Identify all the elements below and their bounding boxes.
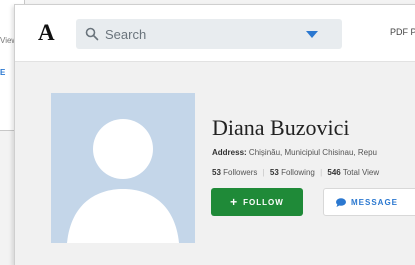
views-count: 546: [327, 168, 341, 177]
views-label: Total View: [342, 168, 380, 177]
chevron-down-icon[interactable]: [306, 31, 318, 38]
background-button-text[interactable]: E: [0, 68, 6, 77]
top-navigation-bar: A Search PDF P: [15, 5, 415, 62]
address-value: Chișinău, Municipiul Chisinau, Repu: [248, 148, 377, 157]
address-label: Address:: [212, 148, 247, 157]
stats-divider: |: [262, 168, 265, 177]
message-button[interactable]: MESSAGE: [323, 188, 415, 216]
following-label[interactable]: Following: [281, 168, 315, 177]
message-button-label: MESSAGE: [351, 197, 399, 207]
pdf-link[interactable]: PDF P: [390, 27, 415, 37]
user-placeholder-icon: [67, 119, 179, 243]
followers-label[interactable]: Followers: [223, 168, 257, 177]
profile-stats: 53 Followers | 53 Following | 546 Total …: [212, 168, 379, 177]
avatar: [51, 93, 195, 243]
follow-button[interactable]: + FOLLOW: [211, 188, 303, 216]
follow-button-label: FOLLOW: [243, 197, 284, 207]
plus-icon: +: [230, 195, 239, 209]
profile-window: A Search PDF P Diana Buzovici Address: C…: [14, 4, 415, 265]
profile-address: Address: Chișinău, Municipiul Chisinau, …: [212, 148, 377, 157]
search-placeholder: Search: [105, 27, 147, 42]
site-logo[interactable]: A: [38, 20, 55, 46]
chat-bubble-icon: [336, 197, 346, 207]
following-count: 53: [269, 168, 279, 177]
followers-count: 53: [212, 168, 221, 177]
stats-divider: |: [320, 168, 323, 177]
search-icon: [85, 27, 99, 41]
profile-name: Diana Buzovici: [212, 115, 350, 140]
search-input[interactable]: Search: [76, 19, 342, 49]
